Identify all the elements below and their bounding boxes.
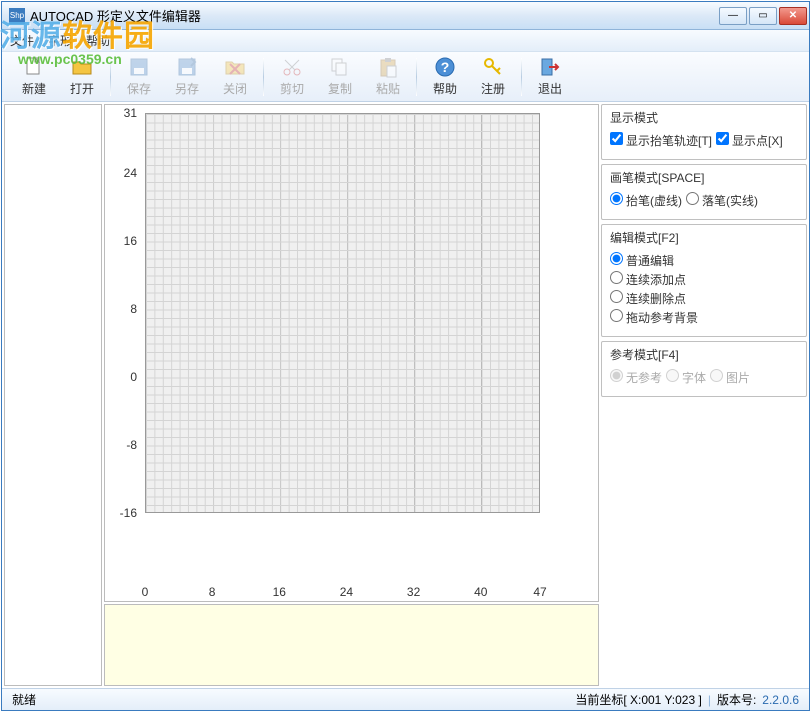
edit-normal-radio[interactable]: 普通编辑 (610, 252, 674, 269)
edit-del-radio[interactable]: 连续删除点 (610, 290, 686, 307)
ref-image-radio: 图片 (710, 369, 750, 386)
display-mode-group: 显示模式 显示抬笔轨迹[T] 显示点[X] (601, 104, 807, 160)
minimize-button[interactable]: — (719, 7, 747, 25)
register-button[interactable]: 注册 (469, 54, 517, 100)
edit-drag-radio[interactable]: 拖动参考背景 (610, 309, 698, 326)
edit-mode-group: 编辑模式[F2] 普通编辑 连续添加点 连续删除点 拖动参考背景 (601, 224, 807, 337)
copy-icon (329, 56, 351, 78)
scissors-icon (281, 56, 303, 78)
new-button[interactable]: 新建 (10, 54, 58, 100)
titlebar: Shp AUTOCAD 形定义文件编辑器 — ▭ ✕ (2, 2, 809, 30)
show-trajectory-checkbox[interactable]: 显示抬笔轨迹[T] (610, 132, 712, 149)
save-icon (128, 56, 150, 78)
paste-button: 粘贴 (364, 54, 412, 100)
statusbar: 就绪 当前坐标[ X:001 Y:023 ] | 版本号: 2.2.0.6 (2, 688, 809, 710)
close-button[interactable]: ✕ (779, 7, 807, 25)
close-file-button: 关闭 (211, 54, 259, 100)
output-panel[interactable] (104, 604, 599, 686)
help-icon: ? (434, 56, 456, 78)
maximize-button[interactable]: ▭ (749, 7, 777, 25)
svg-text:?: ? (441, 59, 450, 75)
content-area: 31 24 16 8 0 -8 -16 0 8 16 24 32 40 47 (2, 102, 809, 688)
save-button: 保存 (115, 54, 163, 100)
reference-mode-group: 参考模式[F4] 无参考 字体 图片 (601, 341, 807, 397)
status-coordinates: 当前坐标[ X:001 Y:023 ] (575, 691, 702, 708)
key-icon (482, 56, 504, 78)
cut-button: 剪切 (268, 54, 316, 100)
status-version: 2.2.0.6 (762, 693, 799, 707)
copy-button: 复制 (316, 54, 364, 100)
ref-font-radio: 字体 (666, 369, 706, 386)
grid-canvas[interactable]: 31 24 16 8 0 -8 -16 0 8 16 24 32 40 47 (104, 104, 599, 602)
exit-button[interactable]: 退出 (526, 54, 574, 100)
options-panel: 显示模式 显示抬笔轨迹[T] 显示点[X] 画笔模式[SPACE] 抬笔(虚线)… (601, 104, 807, 686)
paste-icon (377, 56, 399, 78)
ref-none-radio: 无参考 (610, 369, 662, 386)
help-button[interactable]: ? 帮助 (421, 54, 469, 100)
app-icon: Shp (9, 8, 25, 24)
y-axis-labels: 31 24 16 8 0 -8 -16 (111, 113, 141, 513)
menu-help[interactable]: 帮助 (86, 32, 110, 49)
pen-down-radio[interactable]: 落笔(实线) (686, 192, 758, 209)
show-point-checkbox[interactable]: 显示点[X] (716, 132, 783, 149)
toolbar: 新建 打开 保存 另存 关闭 剪切 复制 粘贴 (2, 52, 809, 102)
saveas-icon (176, 56, 198, 78)
menu-shape[interactable]: 字形 (48, 32, 72, 49)
menubar: 文件 字形 帮助 (2, 30, 809, 52)
saveas-button: 另存 (163, 54, 211, 100)
shape-list-panel[interactable] (4, 104, 102, 686)
status-ready: 就绪 (12, 691, 36, 708)
menu-file[interactable]: 文件 (10, 32, 34, 49)
pen-up-radio[interactable]: 抬笔(虚线) (610, 192, 682, 209)
new-file-icon (23, 56, 45, 78)
x-axis-labels: 0 8 16 24 32 40 47 (145, 585, 540, 599)
folder-close-icon (224, 56, 246, 78)
open-button[interactable]: 打开 (58, 54, 106, 100)
status-version-label: 版本号: (717, 691, 756, 708)
edit-add-radio[interactable]: 连续添加点 (610, 271, 686, 288)
app-window: Shp AUTOCAD 形定义文件编辑器 — ▭ ✕ 文件 字形 帮助 新建 打… (1, 1, 810, 711)
folder-open-icon (71, 56, 93, 78)
exit-icon (539, 56, 561, 78)
window-title: AUTOCAD 形定义文件编辑器 (30, 6, 719, 25)
pen-mode-group: 画笔模式[SPACE] 抬笔(虚线) 落笔(实线) (601, 164, 807, 220)
